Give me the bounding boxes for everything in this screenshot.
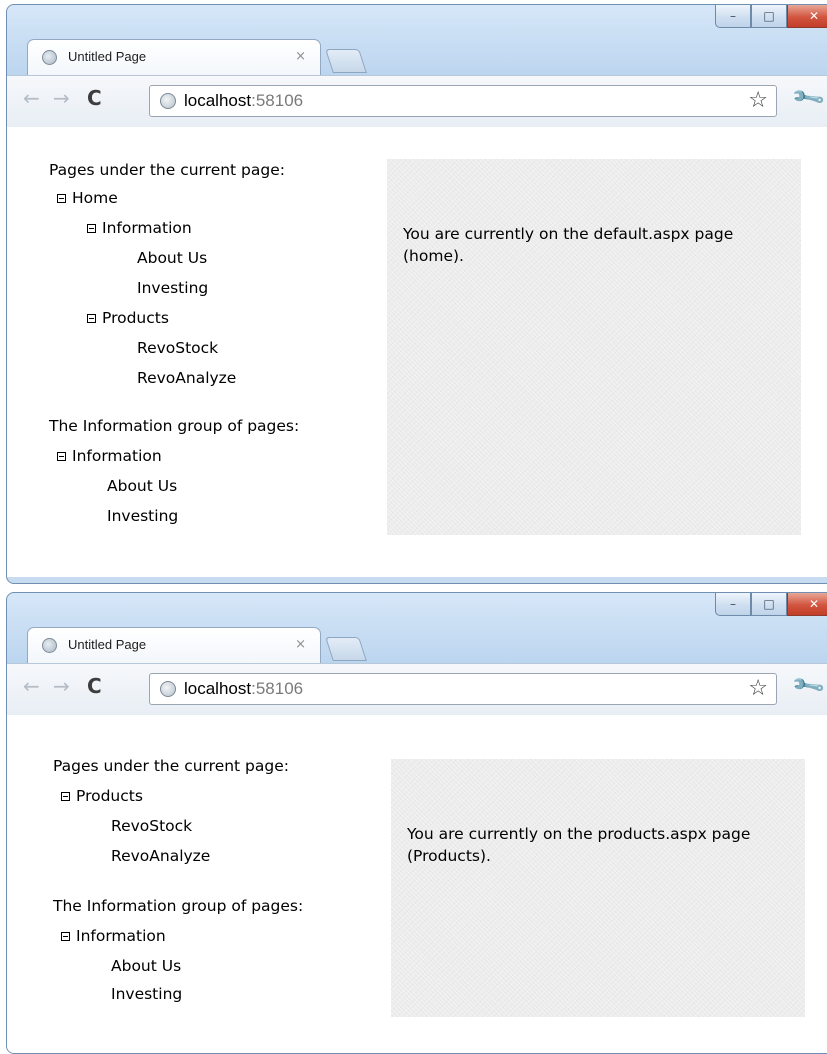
tree-node-information[interactable]: Information: [61, 927, 166, 945]
content-panel: You are currently on the products.aspx p…: [391, 759, 805, 1017]
new-tab-button[interactable]: [325, 49, 367, 73]
page-content: Pages under the current page: Products R…: [7, 715, 827, 1053]
tree-node-revoanalyze[interactable]: RevoAnalyze: [137, 369, 236, 387]
collapse-icon[interactable]: [57, 193, 66, 203]
minimize-button[interactable]: –: [715, 5, 751, 28]
globe-icon: [42, 50, 57, 65]
tab-untitled-page[interactable]: Untitled Page ×: [27, 39, 321, 75]
section-title-information-group: The Information group of pages:: [49, 417, 300, 435]
address-port: :58106: [251, 91, 304, 110]
address-bar[interactable]: localhost:58106 ☆: [149, 85, 777, 117]
tree-node-investing[interactable]: Investing: [137, 279, 208, 297]
tree-node-about-us[interactable]: About Us: [107, 477, 177, 495]
wrench-icon[interactable]: 🔧: [790, 80, 827, 116]
bookmark-star-icon[interactable]: ☆: [748, 88, 768, 113]
minimize-button[interactable]: –: [715, 593, 751, 616]
section-title-current-page: Pages under the current page:: [49, 161, 285, 179]
new-tab-button[interactable]: [325, 637, 367, 661]
address-url: localhost:58106: [184, 679, 303, 699]
tree-node-investing[interactable]: Investing: [111, 985, 182, 1003]
maximize-button[interactable]: □: [751, 5, 787, 28]
caption-buttons: – □ ✕: [715, 5, 827, 28]
browser-toolbar: ← → C localhost:58106 ☆ 🔧: [7, 663, 827, 716]
tree-node-label: Information: [102, 219, 192, 237]
reload-icon[interactable]: C: [87, 674, 102, 698]
maximize-button[interactable]: □: [751, 593, 787, 616]
tree-node-label: Information: [76, 927, 166, 945]
tree-node-information[interactable]: Information: [87, 219, 192, 237]
close-window-button[interactable]: ✕: [787, 5, 827, 28]
address-host: localhost: [184, 679, 252, 698]
forward-arrow-icon[interactable]: →: [53, 86, 70, 110]
address-url: localhost:58106: [184, 91, 303, 111]
tree-node-revostock[interactable]: RevoStock: [111, 817, 192, 835]
collapse-icon[interactable]: [61, 791, 70, 801]
back-arrow-icon[interactable]: ←: [23, 674, 40, 698]
section-title-current-page: Pages under the current page:: [53, 757, 289, 775]
collapse-icon[interactable]: [57, 451, 66, 461]
tree-node-home[interactable]: Home: [57, 189, 118, 207]
current-page-message: You are currently on the default.aspx pa…: [403, 225, 734, 265]
collapse-icon[interactable]: [87, 223, 96, 233]
tree-node-label: Information: [72, 447, 162, 465]
tree-node-revoanalyze[interactable]: RevoAnalyze: [111, 847, 210, 865]
tab-title: Untitled Page: [68, 637, 147, 652]
collapse-icon[interactable]: [61, 931, 70, 941]
tree-node-revostock[interactable]: RevoStock: [137, 339, 218, 357]
globe-icon: [42, 638, 57, 653]
page-content: Pages under the current page: Home Infor…: [7, 127, 827, 577]
page-globe-icon: [160, 681, 176, 697]
forward-arrow-icon[interactable]: →: [53, 674, 70, 698]
tree-node-label: Products: [76, 787, 143, 805]
wrench-icon[interactable]: 🔧: [790, 668, 827, 704]
tree-node-information[interactable]: Information: [57, 447, 162, 465]
current-page-message: You are currently on the products.aspx p…: [407, 825, 751, 865]
section-title-information-group: The Information group of pages:: [53, 897, 304, 915]
tree-node-products[interactable]: Products: [87, 309, 169, 327]
collapse-icon[interactable]: [87, 313, 96, 323]
tree-node-about-us[interactable]: About Us: [111, 957, 181, 975]
content-panel: You are currently on the default.aspx pa…: [387, 159, 801, 535]
tree-node-about-us[interactable]: About Us: [137, 249, 207, 267]
close-window-button[interactable]: ✕: [787, 593, 827, 616]
tree-node-label: Home: [72, 189, 118, 207]
tree-node-label: Products: [102, 309, 169, 327]
reload-icon[interactable]: C: [87, 86, 102, 110]
tab-close-icon[interactable]: ×: [295, 637, 306, 652]
browser-toolbar: ← → C localhost:58106 ☆ 🔧: [7, 75, 827, 128]
tab-close-icon[interactable]: ×: [295, 49, 306, 64]
tab-untitled-page[interactable]: Untitled Page ×: [27, 627, 321, 663]
browser-window-2: – □ ✕ Untitled Page × ← → C localhost:58…: [6, 592, 827, 1054]
bookmark-star-icon[interactable]: ☆: [748, 676, 768, 701]
address-port: :58106: [251, 679, 304, 698]
tree-node-investing[interactable]: Investing: [107, 507, 178, 525]
tree-node-products[interactable]: Products: [61, 787, 143, 805]
caption-buttons: – □ ✕: [715, 593, 827, 616]
address-host: localhost: [184, 91, 252, 110]
page-globe-icon: [160, 93, 176, 109]
tab-title: Untitled Page: [68, 49, 147, 64]
address-bar[interactable]: localhost:58106 ☆: [149, 673, 777, 705]
back-arrow-icon[interactable]: ←: [23, 86, 40, 110]
browser-window-1: – □ ✕ Untitled Page × ← → C localhost:58…: [6, 4, 827, 584]
